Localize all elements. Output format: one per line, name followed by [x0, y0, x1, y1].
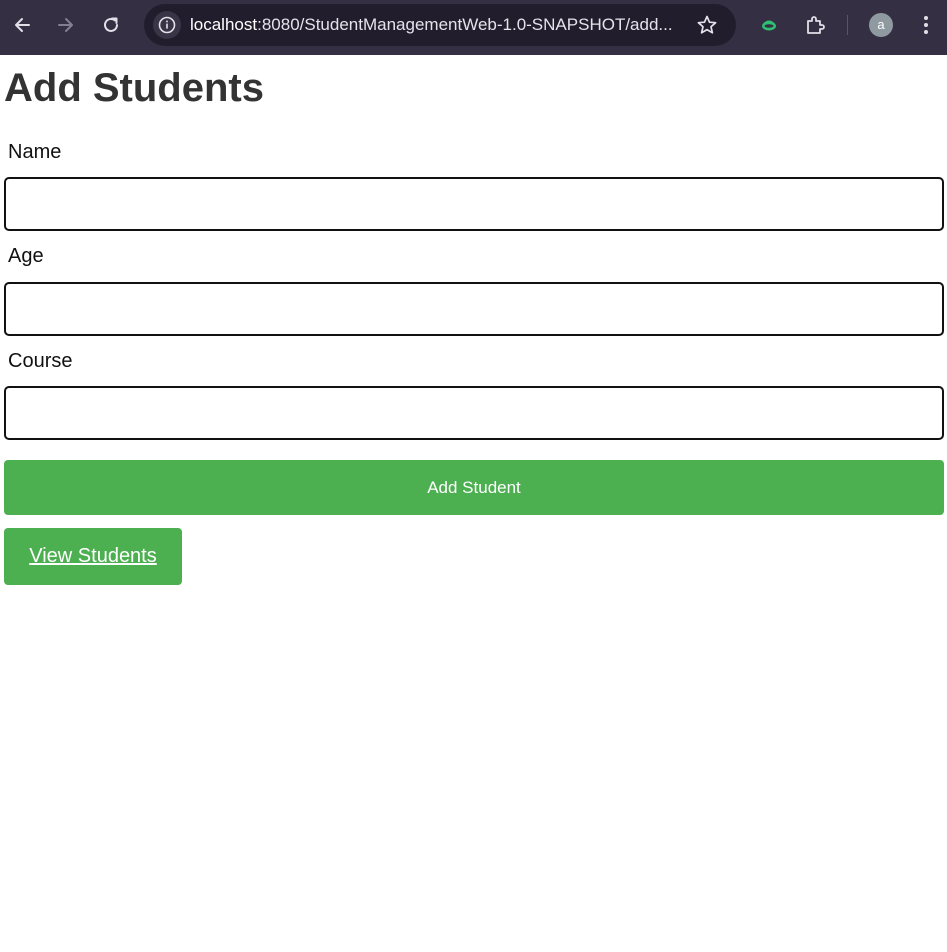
url-text[interactable]: localhost:8080/StudentManagementWeb-1.0-… — [190, 15, 685, 35]
age-label: Age — [8, 245, 44, 267]
extension-button[interactable] — [756, 12, 782, 38]
forward-arrow-icon — [58, 18, 73, 32]
age-input[interactable] — [4, 282, 944, 336]
site-info-button[interactable] — [153, 11, 181, 39]
name-input[interactable] — [4, 177, 944, 231]
page-content: Add Students Name Age Course Add Student… — [0, 55, 947, 952]
back-arrow-icon — [15, 18, 30, 32]
toolbar-divider — [847, 15, 848, 35]
address-bar[interactable]: localhost:8080/StudentManagementWeb-1.0-… — [144, 4, 736, 46]
extensions-menu-button[interactable] — [802, 12, 828, 38]
reload-button[interactable] — [97, 9, 125, 41]
url-host: localhost — [190, 15, 258, 34]
course-input[interactable] — [4, 386, 944, 440]
page-title: Add Students — [4, 66, 264, 110]
back-button[interactable] — [8, 9, 36, 41]
kebab-menu-icon — [924, 16, 928, 34]
view-students-link[interactable]: View Students — [4, 528, 182, 585]
green-extension-icon — [762, 20, 776, 31]
star-icon — [697, 15, 717, 34]
info-icon — [158, 16, 176, 34]
reload-icon — [104, 17, 118, 32]
add-student-button[interactable]: Add Student — [4, 460, 944, 515]
bookmark-button[interactable] — [695, 13, 719, 37]
name-label: Name — [8, 141, 62, 163]
browser-toolbar: localhost:8080/StudentManagementWeb-1.0-… — [0, 0, 947, 55]
browser-menu-button[interactable] — [914, 12, 938, 38]
profile-avatar[interactable]: a — [869, 13, 893, 37]
url-path: :8080/StudentManagementWeb-1.0-SNAPSHOT/… — [257, 15, 673, 34]
course-label: Course — [8, 350, 73, 372]
puzzle-icon — [807, 16, 825, 34]
forward-button[interactable] — [52, 9, 80, 41]
